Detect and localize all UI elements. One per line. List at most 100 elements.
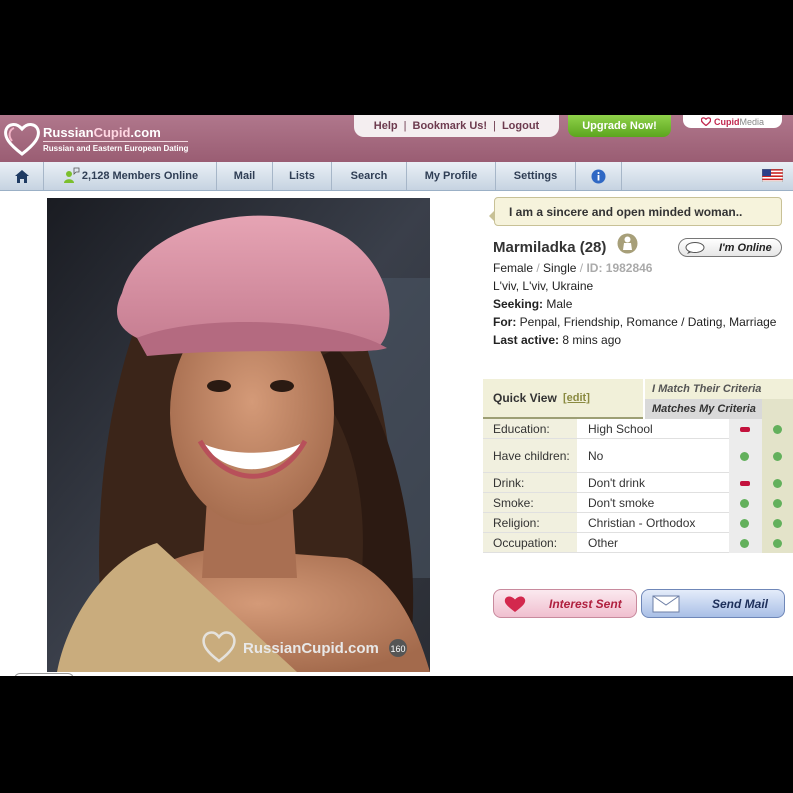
- gender-status-line: Female / Single / ID: 1982846: [493, 261, 652, 275]
- members-online-count: 2,128 Members Online: [81, 170, 199, 182]
- quick-view-header: Quick View [edit]: [483, 379, 643, 419]
- bookmark-link[interactable]: Bookmark Us!: [413, 120, 488, 132]
- im-online-label: I'm Online: [719, 242, 772, 254]
- matches-column: [762, 399, 793, 553]
- profile-page: RussianCupid.com Russian and Eastern Eur…: [0, 115, 793, 676]
- nav-my-profile[interactable]: My Profile: [407, 162, 496, 190]
- quick-view-row-value: Don't smoke: [588, 495, 655, 510]
- gender: Female: [493, 261, 534, 275]
- quick-view-row-label: Drink:: [483, 473, 577, 492]
- link-separator: |: [403, 120, 407, 132]
- matches-my-criteria-header: Matches My Criteria: [645, 399, 762, 419]
- person-icon: [617, 233, 638, 254]
- cupidmedia-text-a: Cupid: [713, 116, 740, 127]
- heart-icon: [504, 596, 526, 612]
- for-label: For:: [493, 315, 517, 329]
- logo-text-main: Russian: [43, 125, 94, 140]
- match-dot-icon: [740, 498, 749, 508]
- quick-view-row-label: Religion:: [483, 513, 577, 532]
- profile-id: ID: 1982846: [586, 261, 653, 275]
- match-dot-icon: [773, 478, 782, 488]
- interest-sent-label: Interest Sent: [549, 597, 622, 611]
- quick-view-row-value: High School: [588, 421, 653, 436]
- photo-watermark-text: RussianCupid.com: [243, 640, 379, 657]
- profile-photo[interactable]: RussianCupid.com 160: [47, 198, 430, 672]
- quick-view-row-label: Smoke:: [483, 493, 577, 512]
- cupidmedia-badge[interactable]: CupidMedia: [683, 115, 782, 128]
- seeking-label: Seeking:: [493, 297, 544, 311]
- profile-headline: I am a sincere and open minded woman..: [494, 197, 782, 226]
- heart-icon: [700, 117, 711, 126]
- nav-info[interactable]: [576, 162, 622, 190]
- quick-view-row-label: Education:: [483, 419, 577, 438]
- quick-view-row-value: Other: [588, 535, 619, 550]
- match-dot-icon: [773, 451, 782, 461]
- photo-count-badge[interactable]: 160: [390, 644, 405, 654]
- i-match-column: [729, 419, 762, 553]
- cupidmedia-text-b: Media: [739, 116, 764, 127]
- link-separator: |: [493, 120, 496, 132]
- match-dot-icon: [740, 451, 749, 461]
- seeking-value: Male: [546, 297, 573, 311]
- profile-location: L'viv, L'viv, Ukraine: [493, 279, 594, 293]
- for-value: Penpal, Friendship, Romance / Dating, Ma…: [519, 315, 777, 329]
- help-link[interactable]: Help: [374, 120, 398, 132]
- quick-view-title: Quick View: [493, 391, 557, 405]
- marital-status: Single: [543, 261, 577, 275]
- mismatch-dash-icon: [740, 426, 750, 432]
- last-active-line: Last active: 8 mins ago: [493, 333, 621, 347]
- quick-view-row: Smoke: Don't smoke: [483, 493, 729, 513]
- nav-settings[interactable]: Settings: [496, 162, 576, 190]
- quick-view-row-label: Have children:: [483, 439, 577, 472]
- quick-view-row: Occupation: Other: [483, 533, 729, 553]
- match-dot-icon: [773, 424, 782, 434]
- nav-search[interactable]: Search: [332, 162, 407, 190]
- envelope-icon: [652, 595, 680, 613]
- online-members-icon: [63, 167, 80, 183]
- send-mail-label: Send Mail: [712, 597, 769, 611]
- quick-view-row: Drink: Don't drink: [483, 473, 729, 493]
- info-icon: [591, 169, 606, 183]
- chat-bubble-icon: [685, 242, 705, 254]
- quick-view-edit-link[interactable]: [edit]: [563, 392, 590, 404]
- match-dot-icon: [740, 538, 749, 548]
- bottom-tab[interactable]: [14, 673, 74, 676]
- quick-view-row-label: Occupation:: [483, 533, 577, 552]
- logo-text-suffix: .com: [130, 125, 161, 140]
- seeking-line: Seeking: Male: [493, 297, 572, 311]
- site-tagline: Russian and Eastern European Dating: [43, 144, 189, 153]
- logo-divider: [43, 141, 188, 142]
- quick-view-row: Have children: No: [483, 439, 729, 473]
- site-logo[interactable]: RussianCupid.com Russian and Eastern Eur…: [3, 119, 193, 159]
- match-dot-icon: [740, 518, 749, 528]
- mismatch-dash-icon: [740, 480, 750, 486]
- match-dot-icon: [773, 538, 782, 548]
- site-header: RussianCupid.com Russian and Eastern Eur…: [0, 115, 793, 162]
- nav-home[interactable]: [0, 162, 44, 190]
- nav-members-online[interactable]: 2,128 Members Online: [44, 162, 217, 190]
- heart-logo-icon: [4, 123, 40, 156]
- send-mail-button[interactable]: Send Mail: [641, 589, 785, 618]
- quick-view-row: Education: High School: [483, 419, 729, 439]
- quick-view-row-value: No: [588, 448, 604, 463]
- quick-view-row: Religion: Christian - Orthodox: [483, 513, 729, 533]
- for-line: For: Penpal, Friendship, Romance / Datin…: [493, 315, 776, 329]
- nav-lists[interactable]: Lists: [273, 162, 332, 190]
- upgrade-button[interactable]: Upgrade Now!: [568, 115, 671, 137]
- quick-view-row-value: Christian - Orthodox: [588, 515, 696, 530]
- logo-text-accent: Cupid: [93, 125, 131, 140]
- match-dot-icon: [773, 498, 782, 508]
- last-active-value: 8 mins ago: [562, 333, 622, 347]
- interest-sent-button[interactable]: Interest Sent: [493, 589, 637, 618]
- im-online-button[interactable]: I'm Online: [678, 238, 782, 257]
- logout-link[interactable]: Logout: [502, 120, 539, 132]
- nav-mail[interactable]: Mail: [217, 162, 273, 190]
- profile-name: Marmiladka (28): [493, 239, 607, 256]
- home-icon: [14, 169, 29, 183]
- us-flag-icon[interactable]: [762, 169, 783, 182]
- info-separator: /: [579, 261, 584, 275]
- quick-view-row-value: Don't drink: [588, 475, 645, 490]
- match-dot-icon: [773, 518, 782, 528]
- last-active-label: Last active:: [493, 333, 560, 347]
- main-nav: 2,128 Members Online Mail Lists Search M…: [0, 162, 793, 191]
